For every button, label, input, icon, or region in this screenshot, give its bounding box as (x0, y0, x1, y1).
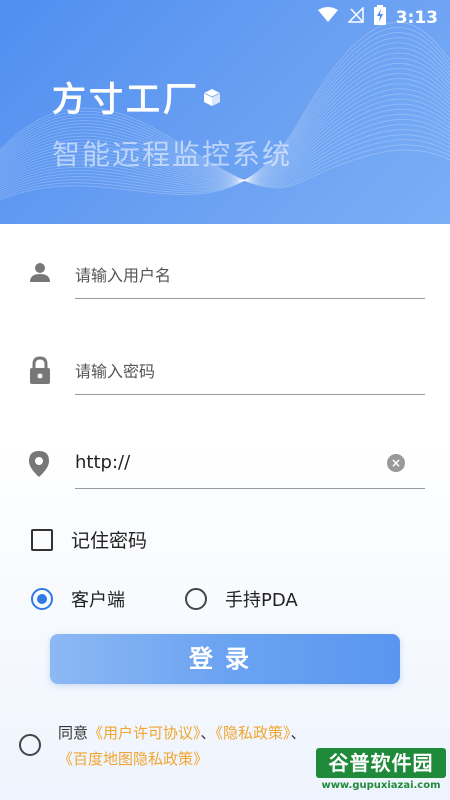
cube-logo-icon (202, 76, 222, 116)
agreement-separator-2: 、 (290, 724, 306, 742)
battery-charging-icon (373, 5, 386, 30)
server-url-underline (75, 488, 425, 489)
password-underline (75, 394, 425, 395)
server-url-field[interactable]: http:// × (28, 440, 425, 500)
baidu-map-privacy-link[interactable]: 《百度地图隐私政策》 (58, 750, 208, 768)
header-banner: 3:13 方寸工厂 智能远程监控系统 (0, 0, 450, 224)
password-field[interactable]: 请输入密码 (28, 346, 425, 406)
wifi-icon (317, 7, 338, 28)
username-input[interactable]: 请输入用户名 (75, 262, 171, 286)
watermark-url: www.gupuxiazai.com (321, 780, 441, 791)
privacy-policy-link[interactable]: 《隐私政策》 (216, 724, 291, 742)
no-signal-icon (346, 6, 364, 28)
location-pin-icon (28, 450, 52, 478)
agreement-separator-1: 、 (200, 724, 216, 742)
app-title: 方寸工厂 (52, 72, 222, 121)
status-time: 3:13 (395, 7, 438, 28)
agreement-radio[interactable] (19, 734, 41, 756)
remember-password-label: 记住密码 (71, 530, 148, 552)
app-title-text: 方寸工厂 (52, 80, 200, 120)
password-input[interactable]: 请输入密码 (75, 358, 155, 382)
watermark-brand: 谷普软件园 (316, 748, 446, 778)
client-radio-label: 客户端 (71, 590, 125, 611)
username-underline (75, 298, 425, 299)
lock-icon (28, 356, 52, 384)
agreement-prefix: 同意 (58, 724, 89, 742)
status-bar: 3:13 (0, 0, 450, 32)
watermark-logo: 谷普软件园 www.gupuxiazai.com (316, 748, 446, 796)
user-icon (28, 260, 52, 288)
server-url-input[interactable]: http:// (75, 452, 130, 473)
pda-radio[interactable] (185, 588, 207, 610)
remember-password-checkbox[interactable] (31, 528, 53, 551)
username-field[interactable]: 请输入用户名 (28, 250, 425, 310)
user-license-link[interactable]: 《用户许可协议》 (88, 724, 201, 742)
app-subtitle: 智能远程监控系统 (52, 138, 293, 171)
clear-input-icon[interactable]: × (387, 454, 405, 472)
client-radio[interactable] (31, 588, 53, 610)
mode-option-pda[interactable]: 手持PDA (185, 586, 298, 612)
mode-option-client[interactable]: 客户端 (31, 586, 125, 612)
login-button[interactable]: 登录 (50, 634, 400, 684)
pda-radio-label: 手持PDA (225, 590, 298, 611)
remember-password-row[interactable]: 记住密码 (31, 526, 147, 553)
